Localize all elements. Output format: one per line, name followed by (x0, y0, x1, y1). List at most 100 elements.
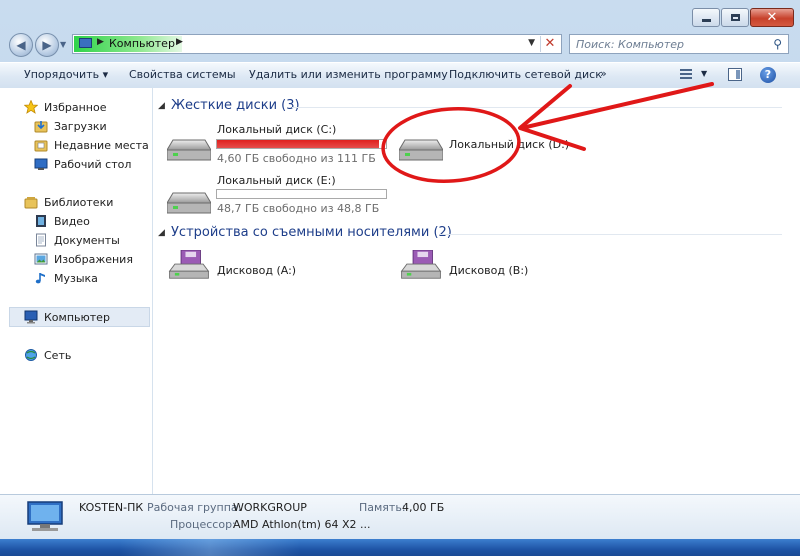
drive-name-d[interactable]: Локальный диск (D:) (449, 138, 569, 151)
search-box[interactable]: Поиск: Компьютер ⚲ (569, 34, 789, 54)
minimize-button[interactable] (692, 8, 720, 27)
hard-drive-icon (167, 139, 211, 161)
downloads-folder-icon (34, 119, 48, 133)
sidebar-item-favorites[interactable]: Избранное (23, 98, 107, 116)
more-commands-button[interactable]: » (600, 67, 607, 80)
sidebar-item-label: Видео (54, 214, 90, 228)
address-row: ◀ ▶ ▼ ▶ Компьютер ▶ ▼ ✕ Поиск: Компьютер… (0, 30, 800, 58)
drive-free-space-e: 48,7 ГБ свободно из 48,8 ГБ (217, 202, 380, 215)
computer-name: KOSTEN-ПК (79, 501, 144, 514)
details-pane: KOSTEN-ПК Рабочая группа: WORKGROUP Памя… (0, 494, 800, 540)
explorer-window: ✕ ◀ ▶ ▼ ▶ Компьютер ▶ ▼ ✕ Поиск: Компьют… (0, 0, 800, 556)
sidebar-item-libraries[interactable]: Библиотеки (24, 193, 113, 211)
forward-arrow-icon: ▶ (42, 38, 52, 52)
uninstall-program-button[interactable]: Удалить или изменить программу (249, 68, 448, 81)
computer-icon (27, 501, 63, 531)
memory-label: Память: (359, 501, 406, 514)
sidebar-item-label: Компьютер (44, 310, 110, 324)
sidebar-item-videos[interactable]: Видео (34, 212, 90, 230)
sidebar-item-label: Библиотеки (44, 195, 114, 209)
group-title-hard-drives[interactable]: Жесткие диски (3) (171, 98, 300, 113)
back-arrow-icon: ◀ (16, 38, 26, 52)
taskbar (0, 539, 800, 556)
map-network-drive-button[interactable]: Подключить сетевой диск (449, 68, 602, 81)
floppy-drive-icon (400, 250, 442, 279)
sidebar-item-label: Документы (54, 233, 120, 247)
document-icon (34, 233, 48, 247)
address-bar[interactable]: ▶ Компьютер ▶ ▼ ✕ (72, 34, 562, 54)
sidebar-item-music[interactable]: Музыка (34, 269, 98, 287)
preview-pane-icon[interactable] (728, 68, 742, 81)
recent-places-icon (34, 138, 48, 152)
cpu-value: AMD Athlon(tm) 64 X2 ... (233, 518, 371, 531)
drive-usage-fill-c (217, 140, 380, 148)
sidebar-item-documents[interactable]: Документы (34, 231, 120, 249)
drive-usage-bar-c (216, 139, 387, 149)
sidebar-item-label: Изображения (54, 252, 133, 266)
minimize-icon (701, 19, 711, 22)
computer-icon (79, 38, 92, 48)
sidebar-item-desktop[interactable]: Рабочий стол (34, 155, 131, 173)
sidebar-item-label: Загрузки (54, 119, 107, 133)
desktop-icon (34, 157, 48, 171)
floppy-name-b[interactable]: Дисковод (B:) (449, 264, 528, 277)
group-title-removable[interactable]: Устройства со съемными носителями (2) (171, 225, 452, 240)
forward-button[interactable]: ▶ (35, 33, 59, 57)
organize-button[interactable]: Упорядочить ▾ (24, 68, 108, 81)
maximize-icon (730, 14, 740, 21)
address-history-dropdown-icon[interactable]: ▼ (528, 38, 535, 48)
floppy-drive-icon (168, 250, 210, 279)
libraries-icon (24, 195, 38, 209)
floppy-name-a[interactable]: Дисковод (A:) (217, 264, 296, 277)
picture-icon (34, 252, 48, 266)
memory-value: 4,00 ГБ (402, 501, 445, 514)
breadcrumb-computer[interactable]: Компьютер (109, 37, 175, 50)
group-divider (440, 234, 782, 235)
navigation-pane: Избранное Загрузки Недавние места Рабочи… (0, 88, 153, 494)
hard-drive-icon (399, 139, 443, 161)
stop-icon[interactable]: ✕ (540, 36, 559, 52)
sidebar-item-pictures[interactable]: Изображения (34, 250, 133, 268)
breadcrumb-chevron-icon[interactable]: ▶ (176, 37, 183, 47)
drive-name-e[interactable]: Локальный диск (E:) (217, 174, 336, 187)
sidebar-item-recent-places[interactable]: Недавние места (34, 136, 149, 154)
network-icon (24, 348, 38, 362)
group-collapse-icon[interactable]: ◢ (158, 101, 165, 111)
close-button[interactable]: ✕ (750, 8, 794, 27)
close-icon: ✕ (766, 10, 778, 25)
group-collapse-icon[interactable]: ◢ (158, 228, 165, 238)
computer-icon (24, 310, 38, 324)
cpu-label: Процессор: (170, 518, 236, 531)
maximize-button[interactable] (721, 8, 749, 27)
command-bar: Упорядочить ▾ Свойства системы Удалить и… (0, 62, 800, 89)
workgroup-value: WORKGROUP (233, 501, 307, 514)
change-view-icon[interactable] (680, 69, 692, 81)
recent-pages-dropdown[interactable]: ▼ (60, 40, 66, 49)
system-properties-button[interactable]: Свойства системы (129, 68, 236, 81)
sidebar-item-label: Избранное (44, 100, 107, 114)
search-input[interactable]: Поиск: Компьютер (576, 38, 684, 51)
film-icon (34, 214, 48, 228)
caption-buttons: ✕ (691, 8, 794, 27)
drive-usage-bar-e (216, 189, 387, 199)
breadcrumb-chevron-icon[interactable]: ▶ (97, 37, 104, 47)
sidebar-item-label: Сеть (44, 348, 72, 362)
drive-free-space-c: 4,60 ГБ свободно из 111 ГБ (217, 152, 376, 165)
group-divider (292, 107, 782, 108)
star-icon (23, 99, 39, 114)
music-note-icon (34, 271, 48, 285)
sidebar-item-label: Музыка (54, 271, 98, 285)
sidebar-item-label: Рабочий стол (54, 157, 132, 171)
help-icon[interactable]: ? (760, 67, 776, 83)
sidebar-item-downloads[interactable]: Загрузки (34, 117, 107, 135)
hard-drive-icon (167, 192, 211, 214)
sidebar-item-label: Недавние места (54, 138, 149, 152)
back-button[interactable]: ◀ (9, 33, 33, 57)
sidebar-item-computer[interactable]: Компьютер (24, 308, 110, 326)
workgroup-label: Рабочая группа: (147, 501, 242, 514)
search-icon[interactable]: ⚲ (773, 37, 782, 51)
content-area: Избранное Загрузки Недавние места Рабочи… (0, 88, 800, 494)
drive-name-c[interactable]: Локальный диск (C:) (217, 123, 336, 136)
sidebar-item-network[interactable]: Сеть (24, 346, 71, 364)
view-dropdown-icon[interactable]: ▼ (701, 69, 707, 78)
